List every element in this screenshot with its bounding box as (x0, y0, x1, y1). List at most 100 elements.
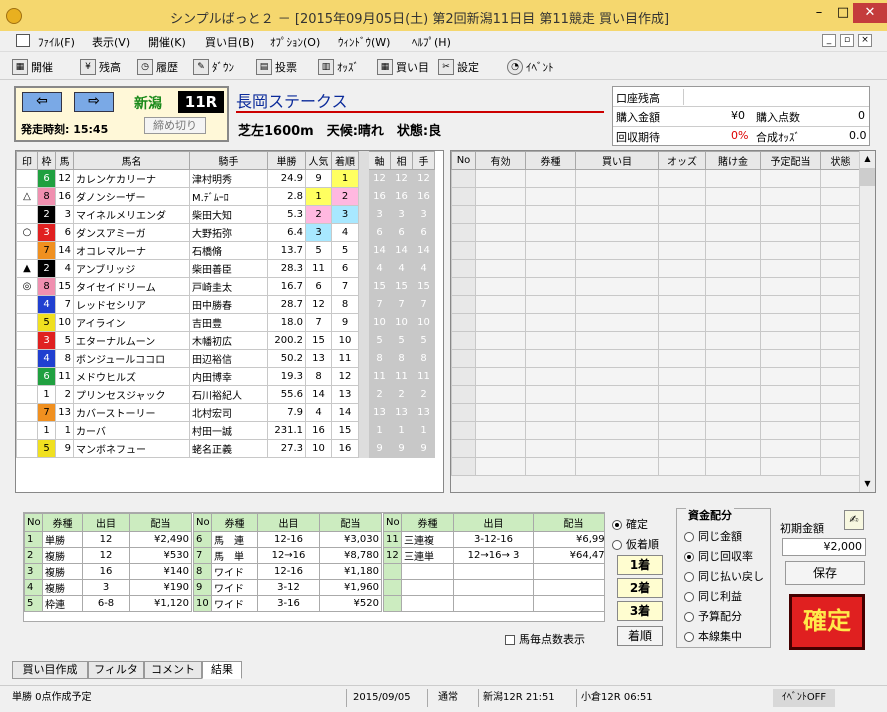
toolbar-meeting-button[interactable]: ▦ 開催 (12, 56, 53, 77)
horse-col-header[interactable]: 軸 (368, 151, 391, 170)
ticket-row[interactable] (451, 367, 861, 386)
horse-row[interactable]: ◎ 8 15 タイセイドリーム 戸崎圭太 16.7 6 7 15 15 15 (16, 277, 435, 296)
partner-select-cell[interactable]: 8 (390, 349, 413, 368)
horse-row[interactable]: 1 2 プリンセスジャック 石川裕紀人 55.6 14 13 2 2 2 (16, 385, 435, 404)
order-button[interactable]: 着順 (617, 626, 663, 646)
toolbar-settings-button[interactable]: ✂ 設定 (438, 56, 479, 77)
hand-select-cell[interactable]: 4 (412, 259, 435, 278)
partner-select-cell[interactable]: 15 (390, 277, 413, 296)
fund-option-radio[interactable]: 同じ利益 (684, 588, 742, 604)
ticket-row[interactable] (451, 421, 861, 440)
ticket-row[interactable] (451, 349, 861, 368)
toolbar-download-button[interactable]: ✎ ﾀﾞｳﾝ (193, 56, 234, 77)
scroll-up-icon[interactable]: ▲ (860, 151, 875, 167)
ticket-scrollbar[interactable]: ▲ ▼ (859, 151, 875, 492)
ticket-col-header[interactable]: 予定配当 (760, 151, 821, 170)
mdi-close-button[interactable]: × (858, 34, 872, 47)
toolbar-bets-button[interactable]: ▦ 買い目 (377, 56, 429, 77)
toolbar-history-button[interactable]: ◷ 履歴 (137, 56, 178, 77)
toolbar-event-button[interactable]: ◔ ｲﾍﾞﾝﾄ (507, 56, 554, 77)
horse-row[interactable]: 7 14 オコレマルーナ 石橋脩 13.7 5 5 14 14 14 (16, 241, 435, 260)
hand-select-cell[interactable]: 15 (412, 277, 435, 296)
hand-select-cell[interactable]: 7 (412, 295, 435, 314)
axis-select-cell[interactable]: 14 (368, 241, 391, 260)
menu-window[interactable]: ｳｨﾝﾄﾞｳ(W) (338, 34, 390, 50)
ticket-row[interactable] (451, 457, 861, 476)
partner-select-cell[interactable]: 4 (390, 259, 413, 278)
horse-col-header[interactable]: 着順 (331, 151, 359, 170)
mark-cell[interactable] (16, 205, 38, 224)
partner-select-cell[interactable]: 3 (390, 205, 413, 224)
axis-select-cell[interactable]: 3 (368, 205, 391, 224)
axis-select-cell[interactable]: 5 (368, 331, 391, 350)
axis-select-cell[interactable]: 10 (368, 313, 391, 332)
horse-row[interactable]: 5 9 マンボネフュー 蛯名正義 27.3 10 16 9 9 9 (16, 439, 435, 458)
fund-option-radio[interactable]: 本線集中 (684, 628, 742, 644)
horse-row[interactable]: ▲ 2 4 アンブリッジ 柴田善臣 28.3 11 6 4 4 4 (16, 259, 435, 278)
hand-select-cell[interactable]: 1 (412, 421, 435, 440)
axis-select-cell[interactable]: 1 (368, 421, 391, 440)
horse-col-header[interactable]: 枠 (37, 151, 56, 170)
axis-select-cell[interactable]: 11 (368, 367, 391, 386)
toolbar-odds-button[interactable]: ▥ ｵｯｽﾞ (318, 56, 359, 77)
tab-bet-create[interactable]: 買い目作成 (12, 661, 88, 679)
mdi-restore-button[interactable]: ▫ (840, 34, 854, 47)
ticket-row[interactable] (451, 223, 861, 242)
hand-select-cell[interactable]: 12 (412, 169, 435, 188)
partner-select-cell[interactable]: 1 (390, 421, 413, 440)
menu-view[interactable]: 表示(V) (92, 34, 130, 50)
mark-cell[interactable]: ◎ (16, 277, 38, 296)
confirm-radio[interactable]: 確定 (612, 516, 648, 532)
provisional-radio[interactable]: 仮着順 (612, 536, 659, 552)
ticket-col-header[interactable]: No (451, 151, 476, 170)
save-button[interactable]: 保存 (785, 561, 865, 585)
toolbar-vote-button[interactable]: ▤ 投票 (256, 56, 297, 77)
mark-cell[interactable]: ○ (16, 223, 38, 242)
axis-select-cell[interactable]: 6 (368, 223, 391, 242)
mark-cell[interactable] (16, 421, 38, 440)
horse-col-header[interactable]: 人気 (305, 151, 332, 170)
edit-amount-icon[interactable]: ✍ (844, 510, 864, 530)
deadline-button[interactable]: 締め切り (144, 117, 206, 134)
horse-row[interactable]: 6 12 カレンケカリーナ 津村明秀 24.9 9 1 12 12 12 (16, 169, 435, 188)
first-place-button[interactable]: 1着 (617, 555, 663, 575)
ticket-row[interactable] (451, 259, 861, 278)
axis-select-cell[interactable]: 16 (368, 187, 391, 206)
menu-file[interactable]: ﾌｧｲﾙ(F) (38, 34, 75, 50)
ticket-row[interactable] (451, 385, 861, 404)
axis-select-cell[interactable]: 13 (368, 403, 391, 422)
hand-select-cell[interactable]: 6 (412, 223, 435, 242)
mark-cell[interactable]: △ (16, 187, 38, 206)
toolbar-balance-button[interactable]: ¥ 残高 (80, 56, 121, 77)
menu-meeting[interactable]: 開催(K) (148, 34, 186, 50)
partner-select-cell[interactable]: 11 (390, 367, 413, 386)
axis-select-cell[interactable]: 12 (368, 169, 391, 188)
partner-select-cell[interactable]: 2 (390, 385, 413, 404)
partner-select-cell[interactable]: 14 (390, 241, 413, 260)
hand-select-cell[interactable]: 9 (412, 439, 435, 458)
partner-select-cell[interactable]: 10 (390, 313, 413, 332)
axis-select-cell[interactable]: 9 (368, 439, 391, 458)
ticket-col-header[interactable]: 買い目 (575, 151, 659, 170)
initial-amount-input[interactable]: ¥2,000 (782, 538, 866, 556)
menu-help[interactable]: ﾍﾙﾌﾟ(H) (412, 34, 451, 50)
hand-select-cell[interactable]: 14 (412, 241, 435, 260)
horse-col-header[interactable]: 騎手 (189, 151, 268, 170)
mdi-minimize-button[interactable]: _ (822, 34, 836, 47)
mark-cell[interactable] (16, 295, 38, 314)
ticket-row[interactable] (451, 295, 861, 314)
mark-cell[interactable] (16, 349, 38, 368)
partner-select-cell[interactable]: 16 (390, 187, 413, 206)
ticket-row[interactable] (451, 205, 861, 224)
third-place-button[interactable]: 3着 (617, 601, 663, 621)
mark-cell[interactable]: ▲ (16, 259, 38, 278)
horse-row[interactable]: 1 1 カーバ 村田一誠 231.1 16 15 1 1 1 (16, 421, 435, 440)
next-race-button[interactable]: ⇨ (74, 92, 114, 112)
horse-row[interactable]: △ 8 16 ダノンシーザー M.ﾃﾞﾑｰﾛ 2.8 1 2 16 16 16 (16, 187, 435, 206)
close-button[interactable]: ✕ (853, 3, 887, 23)
axis-select-cell[interactable]: 2 (368, 385, 391, 404)
mark-cell[interactable] (16, 403, 38, 422)
hand-select-cell[interactable]: 13 (412, 403, 435, 422)
horse-row[interactable]: 4 7 レッドセシリア 田中勝春 28.7 12 8 7 7 7 (16, 295, 435, 314)
partner-select-cell[interactable]: 6 (390, 223, 413, 242)
